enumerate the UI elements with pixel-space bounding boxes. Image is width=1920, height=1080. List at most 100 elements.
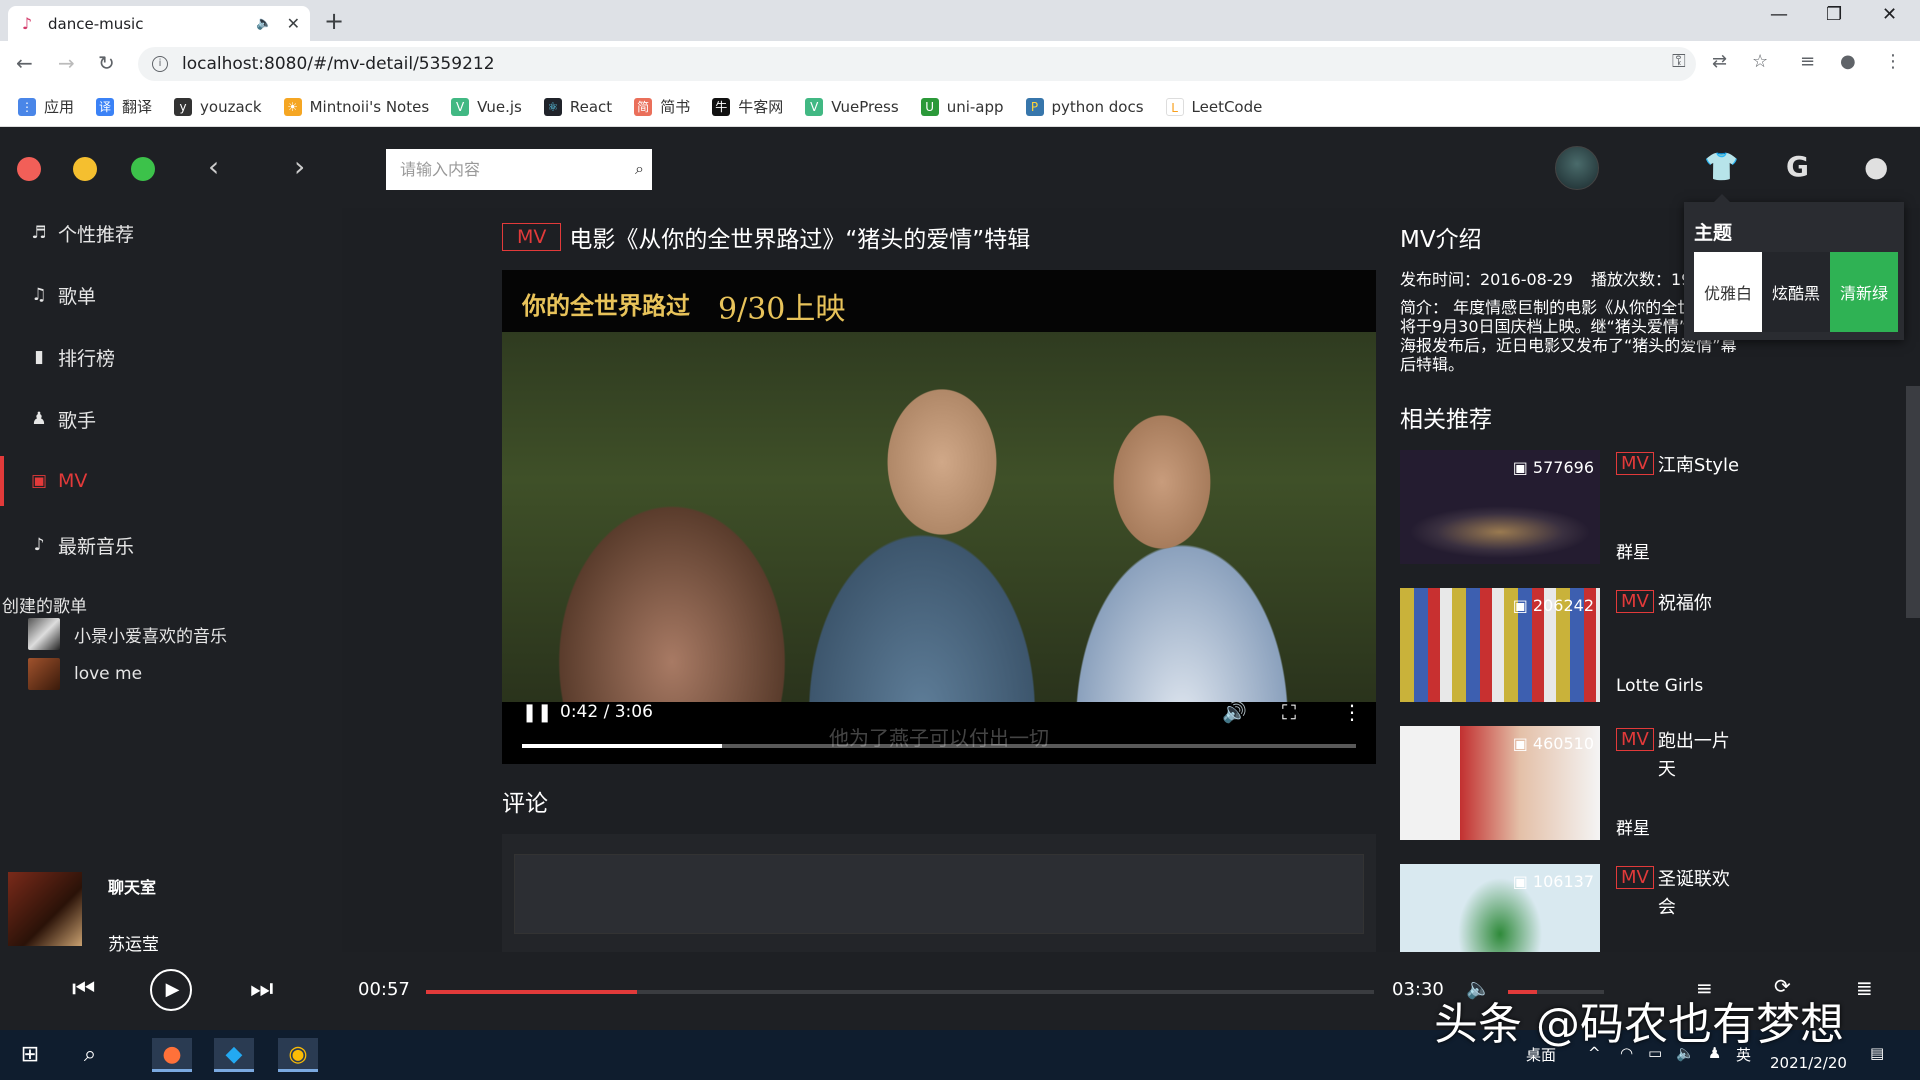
- now-playing-cover[interactable]: [8, 872, 82, 946]
- sidebar-item-artists[interactable]: ♟ 歌手: [0, 394, 342, 444]
- vscode-icon[interactable]: ◆: [214, 1038, 254, 1072]
- maximize-dot[interactable]: [131, 157, 155, 181]
- bookmark-leetcode[interactable]: L LeetCode: [1165, 97, 1262, 116]
- related-item[interactable]: ▣ 206242 MV 祝福你 Lotte Girls: [1400, 588, 1820, 702]
- bookmark-uniapp[interactable]: Uuni-app: [920, 97, 1004, 116]
- history-back-icon[interactable]: ‹: [208, 150, 219, 183]
- playlist-item[interactable]: love me: [28, 658, 142, 690]
- speaker-icon[interactable]: 🔈: [256, 16, 272, 31]
- taskbar-search-icon[interactable]: ⌕: [70, 1038, 110, 1072]
- scrollbar-thumb[interactable]: [1906, 386, 1920, 618]
- minimize-dot[interactable]: [73, 157, 97, 181]
- search-icon[interactable]: ⌕: [635, 159, 644, 179]
- search-box: ⌕: [386, 149, 652, 190]
- star-icon[interactable]: ☆: [1752, 51, 1768, 72]
- close-tab-icon[interactable]: ✕: [287, 14, 300, 33]
- translate-icon[interactable]: ⇄: [1712, 51, 1727, 72]
- firefox-icon[interactable]: ●: [152, 1038, 192, 1072]
- g-icon[interactable]: G: [1786, 150, 1809, 183]
- video-progress[interactable]: [522, 744, 1356, 748]
- maximize-icon[interactable]: ❐: [1826, 4, 1842, 25]
- chrome-icon[interactable]: ◉: [278, 1038, 318, 1072]
- fullscreen-icon[interactable]: ⛶: [1282, 700, 1296, 724]
- bookmark-vuepress[interactable]: V VuePress: [805, 97, 899, 116]
- bookmark-nowcoder[interactable]: 牛牛客网: [712, 96, 783, 117]
- volume-icon[interactable]: 🔊: [1222, 700, 1247, 724]
- user-avatar[interactable]: [1555, 146, 1599, 190]
- playback-progress[interactable]: [426, 990, 1374, 994]
- related-item[interactable]: ▣ 577696 MV 江南Style 群星: [1400, 450, 1820, 564]
- related-item[interactable]: ▣ 460510 MV 跑出一片天 群星: [1400, 726, 1820, 840]
- info-icon[interactable]: i: [152, 56, 168, 72]
- play-count: 播放次数：19: [1591, 270, 1692, 289]
- reading-list-icon[interactable]: ≡: [1800, 51, 1815, 72]
- playlist-icon: ♫: [31, 285, 47, 305]
- reload-icon[interactable]: ↻: [98, 51, 115, 75]
- menu-icon[interactable]: ⋮: [1884, 51, 1902, 72]
- more-options-icon[interactable]: ⋮: [1342, 700, 1362, 724]
- play-button[interactable]: ▶: [150, 969, 192, 1011]
- profile-icon[interactable]: ●: [1840, 51, 1856, 72]
- bookmark-apps[interactable]: ⋮ 应用: [18, 96, 74, 117]
- bookmark-youzack[interactable]: y youzack: [174, 97, 262, 116]
- theme-option-white[interactable]: 优雅白: [1694, 252, 1762, 332]
- github-icon[interactable]: ●: [1864, 150, 1888, 183]
- close-window-icon[interactable]: ✕: [1882, 4, 1897, 25]
- sidebar-item-mv[interactable]: ▣ MV: [0, 456, 342, 506]
- vuepress-icon: V: [805, 97, 824, 116]
- sidebar-item-recommend[interactable]: ♬ 个性推荐: [0, 208, 342, 258]
- bookmark-vue[interactable]: V Vue.js: [451, 97, 522, 116]
- bookmark-react[interactable]: ⚛ React: [543, 97, 612, 116]
- sidebar-item-new-music[interactable]: ♪ 最新音乐: [0, 520, 342, 570]
- lyrics-icon[interactable]: ≣: [1856, 976, 1873, 1000]
- comment-input[interactable]: [514, 854, 1364, 934]
- bookmark-python-docs[interactable]: Ppython docs: [1025, 97, 1144, 116]
- react-icon: ⚛: [543, 97, 562, 116]
- playlist-cover: [28, 658, 60, 690]
- mv-tag: MV: [1616, 452, 1654, 475]
- bookmark-mintnoii[interactable]: ☀ Mintnoii's Notes: [283, 97, 429, 116]
- intro-meta: 发布时间：2016-08-29 播放次数：19: [1400, 266, 1709, 290]
- video-banner: 你的全世界路过 9/30上映: [502, 270, 1376, 332]
- related-item[interactable]: ▣ 106137 MV 圣诞联欢会: [1400, 864, 1820, 952]
- bookmark-translate[interactable]: 译翻译: [96, 96, 152, 117]
- theme-option-black[interactable]: 炫酷黑: [1762, 252, 1830, 332]
- related-plays: ▣ 206242: [1512, 596, 1594, 615]
- intro-title: MV介绍: [1400, 227, 1482, 253]
- video-player[interactable]: 你的全世界路过 9/30上映 他为了燕子可以付出一切 ❚❚ 0:42 / 3:0…: [502, 270, 1376, 764]
- theme-option-green[interactable]: 清新绿: [1830, 252, 1898, 332]
- bookmark-jianshu[interactable]: 简简书: [634, 96, 690, 117]
- related-plays: ▣ 106137: [1512, 872, 1594, 891]
- next-icon[interactable]: ⏭: [250, 974, 273, 1005]
- person-icon: ♟: [31, 409, 47, 429]
- search-input[interactable]: [400, 160, 610, 179]
- clock-date[interactable]: 2021/2/20: [1770, 1054, 1847, 1072]
- close-dot[interactable]: [17, 157, 41, 181]
- theme-shirt-icon[interactable]: 👕: [1704, 150, 1739, 183]
- related-title: 相关推荐: [1400, 407, 1492, 433]
- key-icon[interactable]: ⚿: [1672, 51, 1686, 72]
- video-progress-fill: [522, 744, 723, 748]
- sidebar-item-playlists[interactable]: ♫ 歌单: [0, 270, 342, 320]
- browser-tab[interactable]: ♪ dance-music 🔈 ✕: [8, 6, 310, 41]
- windows-start-icon[interactable]: ⊞: [10, 1038, 50, 1072]
- video-camera-icon: ▣: [1512, 872, 1528, 891]
- comment-title: 评论: [502, 791, 548, 817]
- sun-icon: ☀: [283, 97, 302, 116]
- publish-date: 发布时间：2016-08-29: [1400, 270, 1573, 289]
- history-forward-icon[interactable]: ›: [294, 150, 305, 183]
- forward-icon[interactable]: →: [58, 51, 75, 75]
- url-field[interactable]: i localhost:8080/#/mv-detail/5359212: [138, 47, 1696, 81]
- minimize-icon[interactable]: —: [1770, 4, 1788, 25]
- notification-icon[interactable]: ▤: [1870, 1044, 1884, 1062]
- back-icon[interactable]: ←: [16, 51, 33, 75]
- playlist-item[interactable]: 小景小爱喜欢的音乐: [28, 618, 227, 650]
- now-playing-title: 聊天室: [108, 878, 157, 897]
- previous-icon[interactable]: ⏮: [72, 974, 95, 1005]
- related-artist: 群星: [1616, 819, 1650, 839]
- sidebar-item-charts[interactable]: ▮ 排行榜: [0, 332, 342, 382]
- apps-grid-icon: ⋮: [18, 97, 36, 116]
- pause-icon[interactable]: ❚❚: [522, 702, 552, 723]
- new-tab-icon[interactable]: +: [324, 7, 344, 35]
- comment-panel: [502, 834, 1376, 952]
